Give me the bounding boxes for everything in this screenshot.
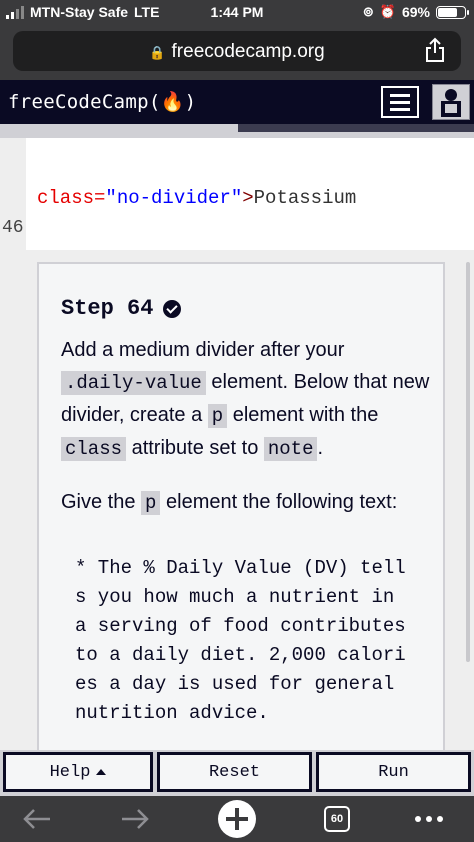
lock-icon: 🔒 [149,45,166,60]
step-title: Step 64 [61,296,154,321]
help-button[interactable]: Help [3,752,153,792]
code-content[interactable]: class="no-divider">Potassium 235mg <span… [37,138,379,250]
browser-address-area: 🔒 freecodecamp.org [0,26,474,80]
scrollbar[interactable] [466,262,470,662]
arrow-left-icon [23,809,50,829]
check-circle-icon [163,299,182,318]
url-text: freecodecamp.org [171,41,325,62]
tabs-button[interactable]: 60 [314,796,360,842]
line-number: 46 [2,218,24,238]
inline-code: .daily-value [61,371,206,395]
reset-button[interactable]: Reset [157,752,312,792]
instruction-paragraph: Give the p element the following text: [61,491,398,515]
caret-up-icon [96,769,107,775]
battery-percent: 69% [401,4,430,20]
new-tab-button[interactable] [214,796,260,842]
fcc-navbar: freeCodeCamp(🔥) [0,80,474,124]
more-button[interactable] [406,796,452,842]
note-text-block: * The % Daily Value (DV) tell s you how … [75,557,406,724]
editor-tab-strip [0,124,474,138]
battery-icon [436,5,469,19]
avatar[interactable] [432,84,470,120]
share-icon[interactable] [423,37,447,63]
arrow-right-icon [122,809,149,829]
action-bar: Help Reset Run [0,750,474,796]
inline-code: note [263,437,318,461]
more-dots-icon [415,816,443,822]
inline-code: p [207,404,228,428]
fcc-logo[interactable]: freeCodeCamp(🔥) [8,90,196,113]
inactive-tab[interactable] [238,124,474,132]
address-bar[interactable]: 🔒 freecodecamp.org [13,31,461,71]
run-button[interactable]: Run [316,752,471,792]
instruction-paragraph: Add a medium divider after your .daily-v… [61,339,430,461]
instructions-panel: Step 64 Add a medium divider after your … [37,262,445,762]
inline-code: p [141,491,161,515]
instructions-area: Step 64 Add a medium divider after your … [0,250,474,762]
tabs-icon: 60 [324,806,350,832]
menu-button[interactable] [381,86,419,118]
orientation-lock-icon: ⊚ [362,4,374,19]
plus-icon [218,800,256,838]
alarm-icon: ⏰ [379,4,396,19]
status-bar: MTN-Stay Safe LTE 1:44 PM ⊚ ⏰ 69% [0,0,474,26]
inline-code: class [61,437,127,461]
avatar-icon [441,89,461,117]
forward-button[interactable] [112,796,158,842]
back-button[interactable] [14,796,60,842]
code-editor[interactable]: class="no-divider">Potassium 235mg <span… [0,138,474,250]
browser-toolbar: 60 [0,796,474,842]
code-line: class="no-divider">Potassium [37,187,357,209]
